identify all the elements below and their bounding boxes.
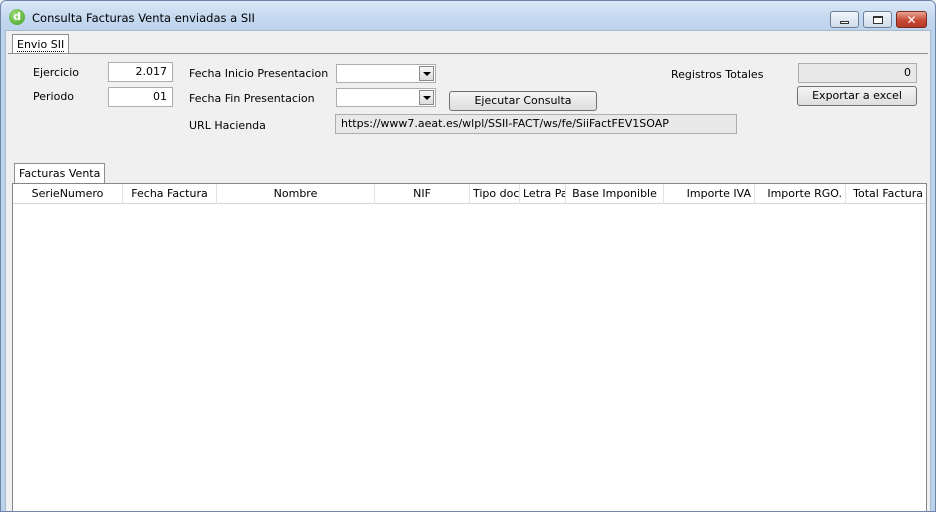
tab-envio-sii[interactable]: Envio SII bbox=[12, 34, 70, 54]
ejercicio-label: Ejercicio bbox=[33, 66, 79, 79]
column-header-letra-pa[interactable]: Letra Pa bbox=[520, 184, 566, 204]
main-window: d Consulta Facturas Venta enviadas a SII… bbox=[0, 0, 936, 512]
dropdown-arrow-icon[interactable] bbox=[419, 90, 434, 105]
client-area: Envio SII Ejercicio 2.017 Periodo 01 Fec… bbox=[5, 30, 931, 511]
periodo-input[interactable]: 01 bbox=[108, 87, 173, 107]
dropdown-arrow-icon[interactable] bbox=[419, 66, 434, 81]
close-icon: ✕ bbox=[906, 12, 917, 27]
column-header-tipo-doc[interactable]: Tipo doc bbox=[470, 184, 520, 204]
fecha-inicio-select[interactable] bbox=[336, 64, 436, 83]
app-logo-icon: d bbox=[9, 9, 25, 25]
ejecutar-consulta-button[interactable]: Ejecutar Consulta bbox=[449, 91, 597, 111]
column-header-importe-iva[interactable]: Importe IVA bbox=[664, 184, 755, 204]
periodo-label: Periodo bbox=[33, 90, 75, 103]
close-button[interactable]: ✕ bbox=[896, 11, 927, 28]
column-header-base-imponible[interactable]: Base Imponible bbox=[566, 184, 664, 204]
column-header-serienumero[interactable]: SerieNumero bbox=[13, 184, 123, 204]
maximize-icon bbox=[872, 15, 883, 24]
maximize-button[interactable] bbox=[863, 11, 892, 28]
tab-envio-sii-label: Envio SII bbox=[17, 38, 65, 52]
minimize-icon bbox=[840, 21, 849, 24]
registros-totales-field: 0 bbox=[798, 63, 917, 83]
column-header-total-factura[interactable]: Total Factura bbox=[846, 184, 926, 204]
title-bar[interactable]: d Consulta Facturas Venta enviadas a SII… bbox=[1, 1, 935, 30]
envio-sii-panel: Ejercicio 2.017 Periodo 01 Fecha Inicio … bbox=[8, 53, 928, 511]
column-header-nombre[interactable]: Nombre bbox=[217, 184, 375, 204]
column-header-fecha-factura[interactable]: Fecha Factura bbox=[123, 184, 217, 204]
url-hacienda-field[interactable]: https://www7.aeat.es/wlpl/SSII-FACT/ws/f… bbox=[335, 114, 737, 134]
exportar-excel-button[interactable]: Exportar a excel bbox=[797, 86, 917, 106]
url-hacienda-label: URL Hacienda bbox=[189, 119, 266, 132]
column-header-nif[interactable]: NIF bbox=[375, 184, 470, 204]
registros-totales-label: Registros Totales bbox=[671, 68, 764, 81]
minimize-button[interactable] bbox=[830, 11, 859, 28]
tab-facturas-venta[interactable]: Facturas Venta bbox=[14, 163, 106, 184]
grid-header: SerieNumero Fecha Factura Nombre NIF Tip… bbox=[13, 184, 926, 204]
ejercicio-input[interactable]: 2.017 bbox=[108, 62, 173, 82]
fecha-inicio-label: Fecha Inicio Presentacion bbox=[189, 67, 329, 80]
window-title: Consulta Facturas Venta enviadas a SII bbox=[32, 11, 255, 25]
fecha-fin-label: Fecha Fin Presentacion bbox=[189, 92, 315, 105]
fecha-fin-select[interactable] bbox=[336, 88, 436, 107]
facturas-grid[interactable]: SerieNumero Fecha Factura Nombre NIF Tip… bbox=[12, 183, 927, 511]
column-header-importe-rgo[interactable]: Importe RGO. bbox=[755, 184, 846, 204]
